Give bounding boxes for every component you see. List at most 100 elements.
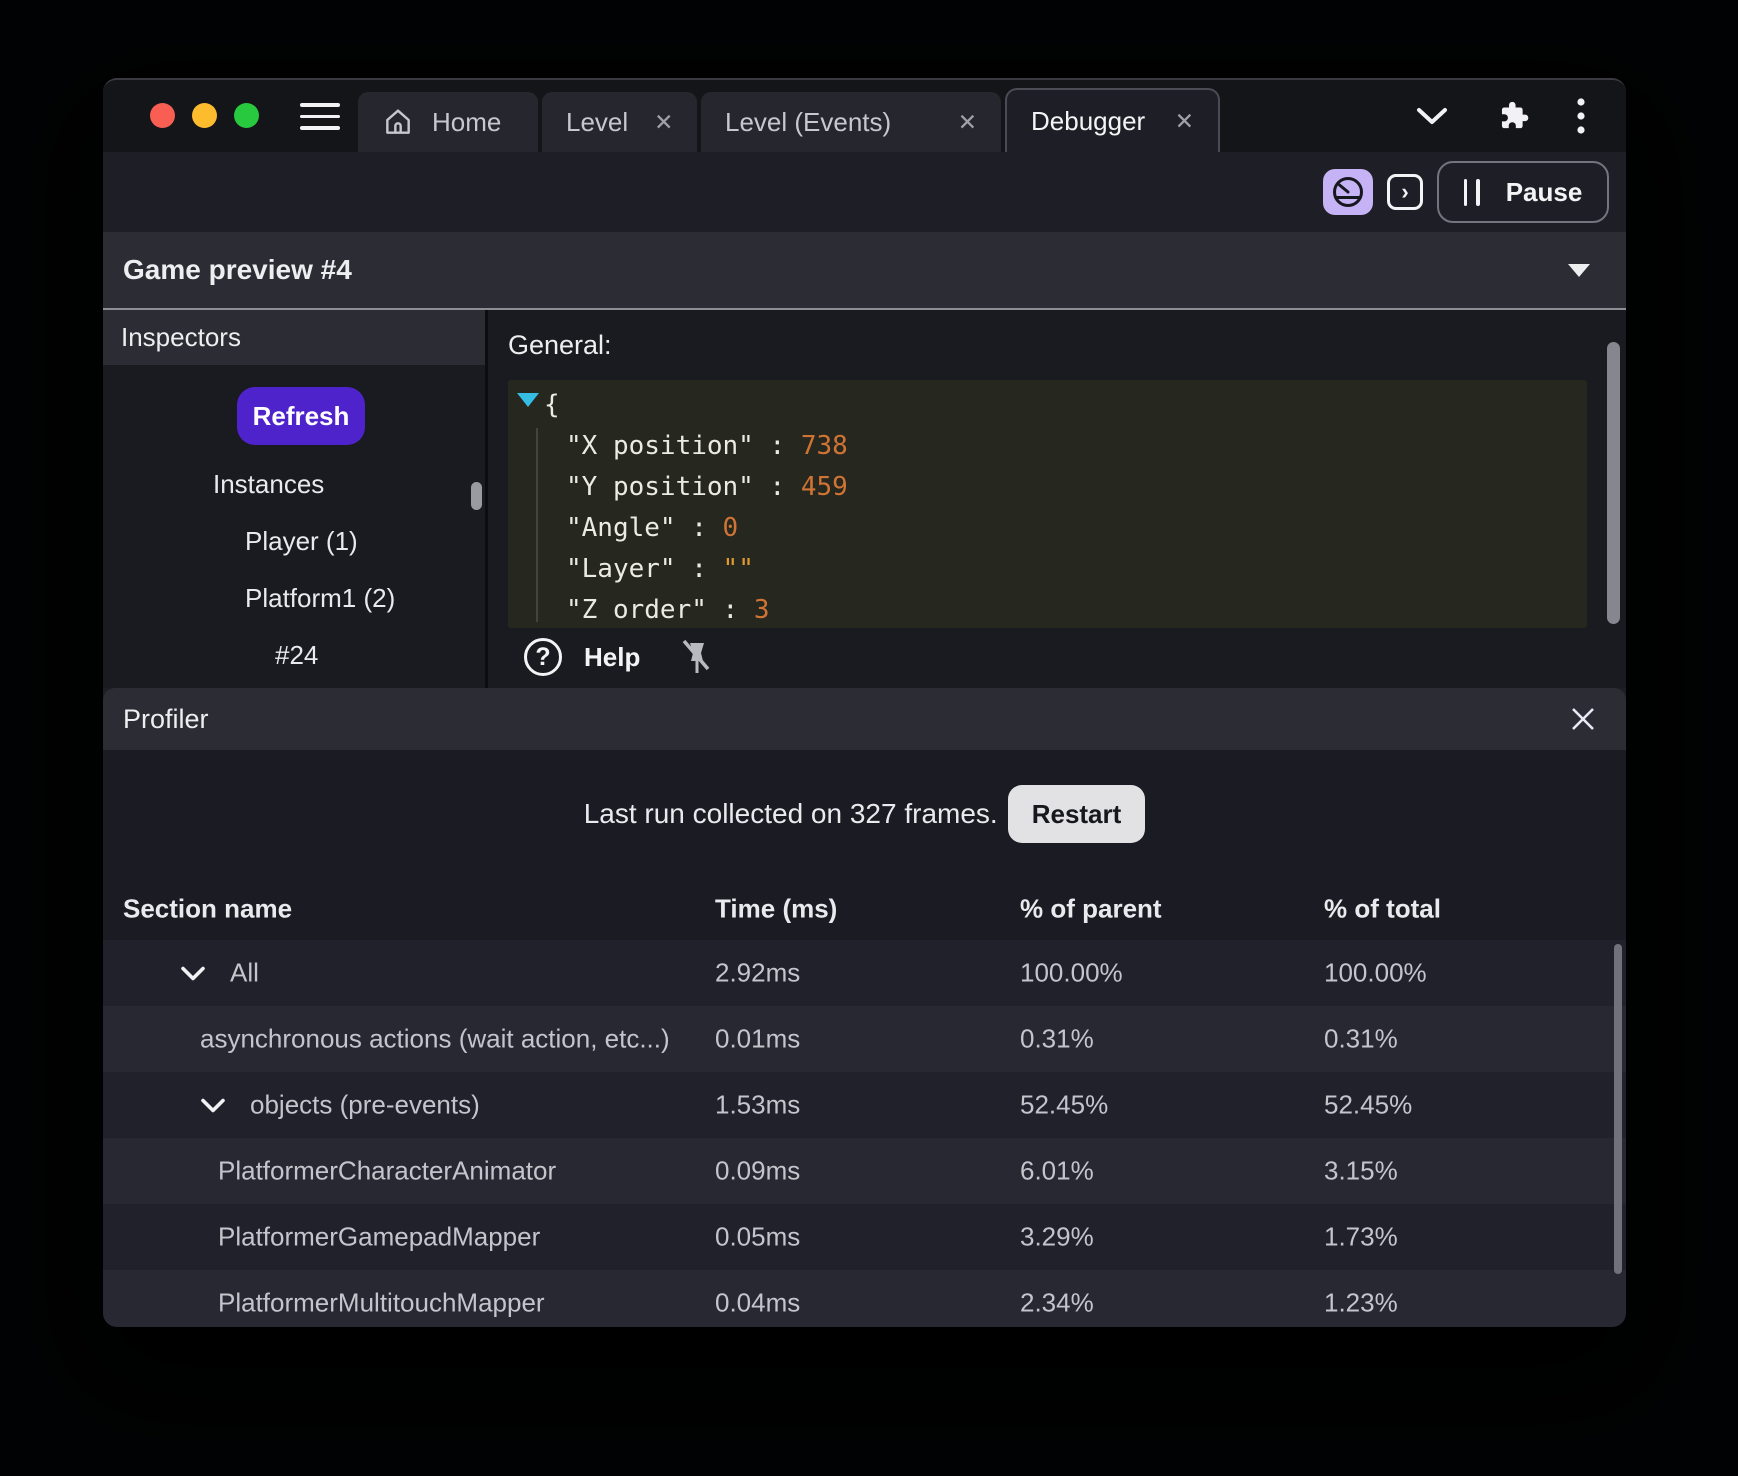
time-value: 0.05ms	[715, 1221, 801, 1252]
menu-icon[interactable]	[300, 103, 340, 130]
game-preview-header[interactable]: Game preview #4	[103, 232, 1626, 310]
percent-total-value: 0.31%	[1324, 1023, 1398, 1054]
json-line-angle[interactable]: "Angle" : 0	[508, 508, 1587, 549]
profiler-panel: Profiler Last run collected on 327 frame…	[103, 688, 1626, 1327]
console-button[interactable]: ›	[1387, 174, 1423, 210]
debugger-toolbar: › Pause	[103, 152, 1626, 232]
game-preview-title: Game preview #4	[123, 254, 352, 285]
inspectors-scrollbar[interactable]	[471, 482, 482, 510]
json-line-x-position[interactable]: "X position" : 738	[508, 426, 1587, 467]
extensions-puzzle-icon[interactable]	[1496, 99, 1530, 133]
time-value: 0.04ms	[715, 1287, 801, 1318]
minimize-window-button[interactable]	[192, 103, 217, 128]
table-row[interactable]: objects (pre-events) 1.53ms 52.45% 52.45…	[103, 1072, 1626, 1138]
percent-parent-value: 52.45%	[1020, 1089, 1109, 1120]
general-title: General:	[508, 330, 612, 360]
close-tab-icon[interactable]: ✕	[1175, 108, 1194, 135]
section-name: asynchronous actions (wait action, etc..…	[200, 1023, 670, 1054]
chevron-down-icon[interactable]	[1414, 105, 1450, 127]
section-name: PlatformerCharacterAnimator	[218, 1155, 557, 1186]
tab-home[interactable]: Home	[358, 92, 538, 152]
chevron-down-icon[interactable]	[200, 1097, 226, 1113]
percent-total-value: 3.15%	[1324, 1155, 1398, 1186]
debugger-window: Home Level ✕ Level (Events) ✕ Debugger ✕	[103, 78, 1626, 1327]
pause-label: Pause	[1505, 176, 1583, 207]
home-icon	[382, 106, 414, 138]
refresh-button[interactable]: Refresh	[237, 387, 365, 445]
tree-item-platform1[interactable]: Platform1 (2)	[245, 583, 395, 614]
tab-level-events[interactable]: Level (Events) ✕	[701, 92, 1001, 152]
percent-parent-value: 3.29%	[1020, 1221, 1094, 1252]
pause-button[interactable]: Pause	[1437, 161, 1609, 223]
tab-label: Home	[432, 106, 502, 137]
percent-parent-value: 2.34%	[1020, 1287, 1094, 1318]
kebab-menu-icon[interactable]	[1576, 97, 1586, 135]
section-name: All	[230, 957, 259, 988]
general-panel: General: { "X position" : 738 "Y positio…	[488, 310, 1626, 688]
close-window-button[interactable]	[150, 103, 175, 128]
general-scrollbar[interactable]	[1607, 342, 1620, 624]
json-line-layer[interactable]: "Layer" : ""	[508, 549, 1587, 590]
percent-total-value: 1.73%	[1324, 1221, 1398, 1252]
percent-parent-value: 0.31%	[1020, 1023, 1094, 1054]
time-value: 0.01ms	[715, 1023, 801, 1054]
header-time: Time (ms)	[715, 893, 838, 924]
tab-bar: Home Level ✕ Level (Events) ✕ Debugger ✕	[358, 80, 1220, 152]
tree-item-player[interactable]: Player (1)	[245, 526, 358, 557]
profiler-toggle-button[interactable]	[1323, 169, 1373, 215]
percent-total-value: 100.00%	[1324, 957, 1427, 988]
table-row[interactable]: PlatformerMultitouchMapper 0.04ms 2.34% …	[103, 1270, 1626, 1327]
close-tab-icon[interactable]: ✕	[958, 109, 977, 136]
inspectors-body: Refresh Instances Player (1) Platform1 (…	[103, 365, 485, 688]
tree-item-instances[interactable]: Instances	[213, 469, 324, 500]
section-name: PlatformerMultitouchMapper	[218, 1287, 545, 1318]
percent-parent-value: 6.01%	[1020, 1155, 1094, 1186]
header-percent-parent: % of parent	[1020, 893, 1162, 924]
traffic-lights	[150, 103, 259, 128]
tree-item-instance-24[interactable]: #24	[275, 640, 318, 671]
percent-parent-value: 100.00%	[1020, 957, 1123, 988]
profiler-table-scrollbar[interactable]	[1614, 944, 1622, 1274]
time-value: 1.53ms	[715, 1089, 801, 1120]
title-bar: Home Level ✕ Level (Events) ✕ Debugger ✕	[103, 80, 1626, 152]
properties-json-view: { "X position" : 738 "Y position" : 459 …	[508, 380, 1587, 628]
table-row[interactable]: All 2.92ms 100.00% 100.00%	[103, 940, 1626, 1006]
pin-off-icon[interactable]	[678, 637, 714, 677]
inspectors-title: Inspectors	[121, 322, 241, 352]
inspectors-header: Inspectors	[103, 310, 485, 365]
close-tab-icon[interactable]: ✕	[654, 109, 673, 136]
header-section-name: Section name	[123, 893, 293, 924]
time-value: 0.09ms	[715, 1155, 801, 1186]
chevron-down-icon[interactable]	[180, 965, 206, 981]
profiler-header: Profiler	[103, 688, 1626, 750]
table-row[interactable]: asynchronous actions (wait action, etc..…	[103, 1006, 1626, 1072]
json-line-y-position[interactable]: "Y position" : 459	[508, 467, 1587, 508]
pause-icon	[1463, 178, 1480, 206]
tab-level[interactable]: Level ✕	[542, 92, 697, 152]
table-row[interactable]: PlatformerCharacterAnimator 0.09ms 6.01%…	[103, 1138, 1626, 1204]
section-name: PlatformerGamepadMapper	[218, 1221, 541, 1252]
tab-label: Level	[566, 106, 629, 137]
percent-total-value: 52.45%	[1324, 1089, 1413, 1120]
inspector-content: Inspectors Refresh Instances Player (1) …	[103, 310, 1626, 688]
inspectors-panel: Inspectors Refresh Instances Player (1) …	[103, 310, 488, 688]
tab-label: Debugger	[1031, 105, 1146, 136]
time-value: 2.92ms	[715, 957, 801, 988]
gauge-icon	[1333, 177, 1363, 207]
collapse-caret-icon[interactable]	[1568, 263, 1590, 277]
json-open-brace: {	[544, 390, 560, 420]
close-profiler-icon[interactable]	[1570, 706, 1596, 732]
help-icon[interactable]: ?	[524, 638, 562, 676]
profiler-table-header: Section name Time (ms) % of parent % of …	[103, 878, 1626, 940]
profiler-status-text: Last run collected on 327 frames.	[583, 798, 998, 829]
collapse-triangle-icon[interactable]	[517, 393, 539, 407]
help-label[interactable]: Help	[584, 642, 640, 673]
table-row[interactable]: PlatformerGamepadMapper 0.05ms 3.29% 1.7…	[103, 1204, 1626, 1270]
tree-guide-line	[536, 428, 538, 622]
section-name: objects (pre-events)	[250, 1089, 480, 1120]
tab-label: Level (Events)	[725, 106, 892, 137]
restart-button[interactable]: Restart	[1007, 785, 1146, 843]
zoom-window-button[interactable]	[234, 103, 259, 128]
json-line-z-order[interactable]: "Z order" : 3	[508, 590, 1587, 628]
tab-debugger[interactable]: Debugger ✕	[1005, 88, 1220, 152]
